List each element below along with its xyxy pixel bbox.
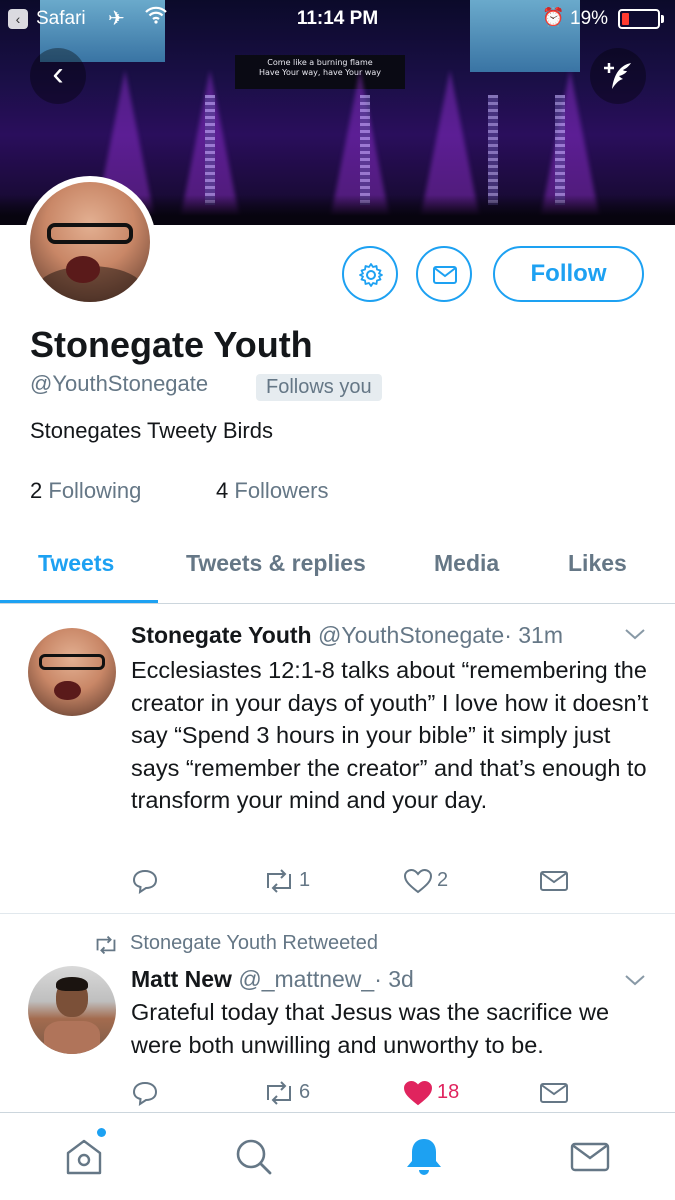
tweet[interactable]: Stonegate Youth @YouthStonegate· 31m Ecc…: [0, 604, 675, 914]
follows-you-badge: Follows you: [256, 374, 382, 401]
followers-stat[interactable]: 4 Followers: [216, 478, 329, 504]
tweet-time: · 31m: [504, 622, 564, 648]
tab-messages[interactable]: [568, 1135, 612, 1179]
battery-level: [622, 13, 629, 25]
tab-media[interactable]: Media: [434, 550, 499, 577]
tweet-actions: 6 18: [131, 1078, 651, 1108]
retweet-icon: [96, 935, 116, 955]
tweet-handle: @_mattnew_: [238, 966, 375, 992]
reply-icon: [132, 1081, 158, 1106]
active-tab-indicator: [0, 600, 158, 603]
envelope-icon: [570, 1142, 610, 1172]
tweet-header: Stonegate Youth @YouthStonegate· 31m: [131, 622, 563, 649]
envelope-icon: [540, 871, 568, 891]
tab-likes[interactable]: Likes: [568, 550, 627, 577]
profile-bio: Stonegates Tweety Birds: [30, 418, 273, 443]
heart-icon: [403, 868, 433, 894]
tab-home[interactable]: [62, 1135, 106, 1179]
retweet-count: 6: [299, 1081, 311, 1103]
tweet-time: · 3d: [374, 966, 414, 992]
profile-handle: @YouthStonegate: [30, 371, 209, 396]
avatar-mouth: [54, 680, 81, 701]
profile-name: Stonegate Youth: [30, 324, 313, 365]
following-stat[interactable]: 2 Following: [30, 478, 141, 504]
heart-icon: [403, 1080, 433, 1106]
status-bar: ‹ Safari ✈ 11:14 PM ⏰ 19%: [0, 0, 675, 38]
retweeted-by-label[interactable]: Stonegate Youth Retweeted: [130, 932, 378, 955]
tab-tweets-and-replies[interactable]: Tweets & replies: [186, 550, 366, 577]
search-icon: [236, 1139, 272, 1175]
stage-truss: [488, 95, 498, 205]
following-label: Following: [48, 478, 142, 503]
profile-avatar[interactable]: [24, 176, 156, 308]
stage-truss: [205, 95, 215, 205]
bottom-tab-bar: [0, 1112, 675, 1200]
avatar-glasses: [46, 222, 134, 245]
retweet-icon: [267, 1081, 291, 1105]
battery-nub: [661, 15, 664, 23]
reply-icon: [132, 869, 158, 894]
new-content-dot: [97, 1128, 106, 1137]
profile-settings-button[interactable]: [342, 246, 398, 302]
tweet-actions: 1 2: [131, 866, 651, 896]
gear-icon: [359, 263, 383, 287]
tab-search[interactable]: [232, 1135, 276, 1179]
tab-notifications[interactable]: [402, 1135, 446, 1179]
tweet-author[interactable]: Matt New: [131, 966, 232, 992]
avatar-photo: [30, 182, 150, 302]
tweet[interactable]: Stonegate Youth Retweeted Matt New @_mat…: [0, 914, 675, 1114]
compose-tweet-button[interactable]: [590, 48, 646, 104]
tweet-text: Grateful today that Jesus was the sacrif…: [131, 999, 610, 1058]
battery-icon: [618, 9, 660, 29]
following-count: 2: [30, 478, 43, 503]
tweet-header: Matt New @_mattnew_· 3d: [131, 966, 414, 993]
retweet-icon: [267, 869, 291, 893]
envelope-icon: [433, 266, 457, 284]
tweet-options-chevron-down-icon[interactable]: [624, 970, 646, 993]
avatar-shirt: [43, 1020, 101, 1054]
tweet-text: Ecclesiastes 12:1-8 talks about “remembe…: [131, 657, 649, 813]
stage-truss: [555, 95, 565, 205]
home-icon: [66, 1139, 102, 1175]
envelope-icon: [540, 1083, 568, 1103]
lyrics-line-1: Come like a burning flame: [267, 58, 373, 67]
like-count: 2: [437, 869, 449, 891]
retweet-count: 1: [299, 869, 311, 891]
followers-label: Followers: [234, 478, 329, 503]
tweet-avatar[interactable]: [28, 966, 116, 1054]
avatar-mouth: [66, 256, 100, 283]
tab-tweets[interactable]: Tweets: [38, 550, 114, 577]
follow-button[interactable]: Follow: [493, 246, 644, 302]
followers-count: 4: [216, 478, 229, 503]
avatar-hair: [56, 976, 88, 991]
back-button[interactable]: ‹: [30, 48, 86, 104]
bell-icon: [407, 1139, 441, 1175]
profile-tabs: Tweets Tweets & replies Media Likes: [0, 530, 675, 604]
tweet-options-chevron-down-icon[interactable]: [624, 624, 646, 647]
alarm-icon: ⏰: [542, 7, 565, 27]
tweet-handle: @YouthStonegate: [318, 622, 505, 648]
avatar-glasses: [38, 654, 106, 671]
direct-message-button[interactable]: [416, 246, 472, 302]
chevron-left-icon: ‹: [52, 55, 64, 93]
tweet-avatar[interactable]: [28, 628, 116, 716]
like-count: 18: [437, 1081, 460, 1103]
stage-truss: [360, 95, 370, 205]
compose-tweet-icon: [604, 63, 631, 89]
tweet-author[interactable]: Stonegate Youth: [131, 622, 312, 648]
battery-percent: 19%: [570, 8, 609, 29]
